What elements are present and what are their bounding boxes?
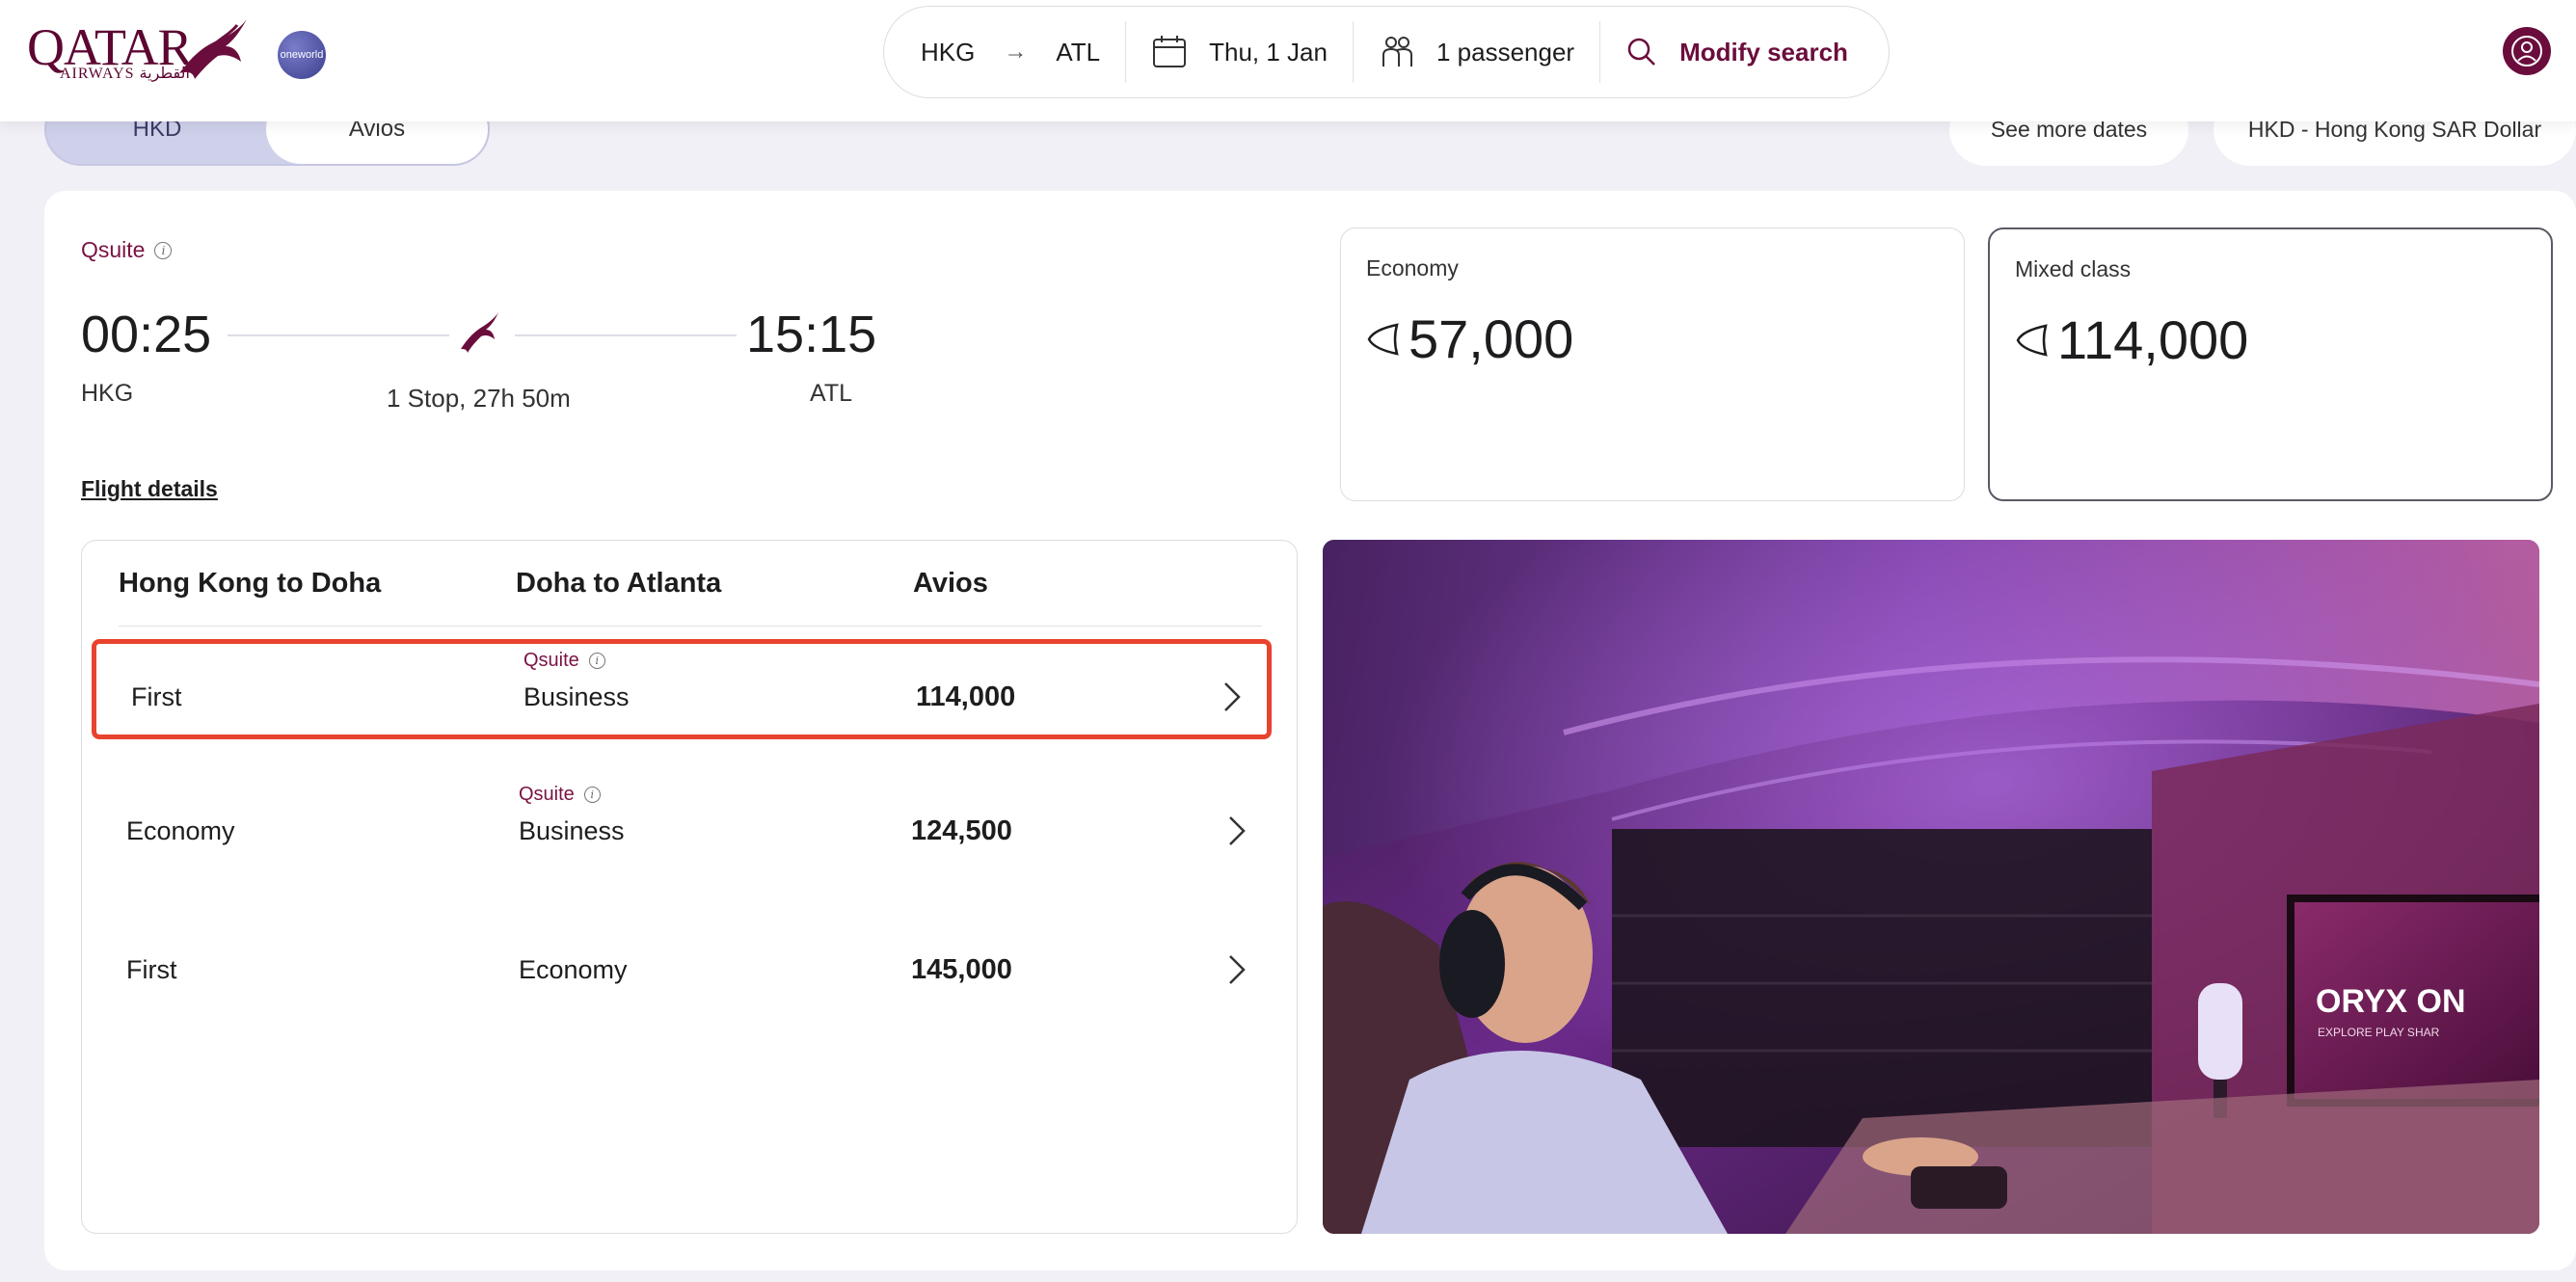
avios-icon	[1367, 322, 1399, 356]
oryx-logo-icon	[179, 19, 247, 79]
destination-airport: ATL	[810, 380, 852, 407]
user-icon	[2511, 36, 2542, 67]
table-row[interactable]: First Qsuite i Business 114,000	[92, 639, 1272, 739]
passengers-icon	[1382, 37, 1412, 67]
oneworld-badge: oneworld	[278, 31, 326, 79]
fare-price-value: 114,000	[2057, 309, 2249, 370]
fare-option-mixed-class[interactable]: Mixed class 114,000	[1988, 227, 2553, 501]
logo-subtext: AIRWAYS القطرية	[60, 66, 190, 82]
arrow-right-icon: →	[1004, 39, 1028, 65]
route-segment[interactable]: HKG → ATL	[884, 7, 1125, 97]
travel-date: Thu, 1 Jan	[1209, 37, 1328, 67]
departure-time: 00:25	[81, 306, 212, 363]
leg1-cabin: First	[131, 682, 182, 711]
fare-price: 114,000	[2013, 308, 2248, 371]
qsuite-label: Qsuite	[519, 784, 575, 805]
qsuite-label: Qsuite	[523, 650, 579, 671]
fare-option-economy[interactable]: Economy 57,000	[1340, 227, 1965, 501]
destination-code: ATL	[1056, 37, 1101, 67]
avios-icon	[2016, 323, 2048, 357]
modify-search-button[interactable]: Modify search	[1600, 7, 1873, 97]
table-row[interactable]: First Economy 145,000	[92, 917, 1272, 1017]
avios-amount: 124,500	[911, 815, 1012, 846]
top-header: QATAR AIRWAYS القطرية oneworld HKG → ATL…	[0, 0, 2576, 121]
stops-duration: 1 Stop, 27h 50m	[387, 384, 571, 413]
info-icon[interactable]: i	[588, 653, 605, 669]
screen-tagline-text: EXPLORE PLAY SHAR	[2318, 1026, 2440, 1039]
user-avatar[interactable]	[2503, 27, 2551, 75]
info-icon[interactable]: i	[154, 241, 173, 259]
qsuite-label: Qsuite	[81, 237, 146, 262]
column-header-avios: Avios	[913, 568, 988, 599]
date-segment[interactable]: Thu, 1 Jan	[1126, 7, 1353, 97]
qsuite-tag: Qsuite i	[519, 784, 601, 806]
arrival-time: 15:15	[746, 306, 877, 363]
timeline-line	[228, 334, 449, 336]
column-header-leg2: Doha to Atlanta	[516, 568, 722, 599]
chevron-right-icon	[1229, 955, 1246, 984]
calendar-icon	[1153, 36, 1187, 67]
timeline-line	[515, 334, 737, 336]
cabin-illustration: ORYX ON EXPLORE PLAY SHAR	[1323, 540, 2539, 1234]
avios-amount: 145,000	[911, 954, 1012, 985]
search-icon	[1627, 38, 1655, 66]
avios-amount: 114,000	[916, 681, 1016, 712]
column-header-leg1: Hong Kong to Doha	[119, 568, 382, 599]
flight-result-card: Qsuite i 00:25 HKG 15:15 ATL 1 Stop, 27h…	[44, 191, 2576, 1270]
leg2-cabin: Business	[519, 816, 625, 845]
leg1-cabin: Economy	[126, 816, 235, 845]
fare-price: 57,000	[1364, 307, 1573, 370]
leg2-cabin: Economy	[519, 955, 628, 984]
oryx-plane-icon	[461, 312, 498, 353]
chevron-right-icon	[1224, 682, 1241, 711]
screen-brand-text: ORYX ON	[2316, 983, 2466, 1020]
chevron-right-icon	[1229, 816, 1246, 845]
mixed-class-options-table: Hong Kong to Doha Doha to Atlanta Avios …	[81, 540, 1298, 1234]
passenger-count: 1 passenger	[1436, 37, 1575, 67]
qsuite-tag: Qsuite i	[523, 650, 605, 672]
fare-title: Economy	[1366, 255, 1459, 280]
leg1-cabin: First	[126, 955, 177, 984]
modify-search-label: Modify search	[1679, 37, 1848, 67]
info-icon[interactable]: i	[583, 787, 601, 803]
table-row[interactable]: Economy Qsuite i Business 124,500	[92, 778, 1272, 878]
flight-details-link[interactable]: Flight details	[81, 476, 218, 502]
passenger-segment[interactable]: 1 passenger	[1354, 7, 1599, 97]
qsuite-tag: Qsuite i	[81, 237, 173, 263]
fare-title: Mixed class	[2015, 256, 2132, 281]
origin-airport: HKG	[81, 380, 134, 407]
search-summary-bar[interactable]: HKG → ATL Thu, 1 Jan 1 passenger Modify …	[883, 6, 1890, 98]
qsuite-cabin-image: ORYX ON EXPLORE PLAY SHAR	[1323, 540, 2539, 1234]
origin-code: HKG	[921, 37, 976, 67]
header-divider	[119, 626, 1262, 627]
fare-price-value: 57,000	[1409, 308, 1574, 369]
leg2-cabin: Business	[523, 682, 630, 711]
